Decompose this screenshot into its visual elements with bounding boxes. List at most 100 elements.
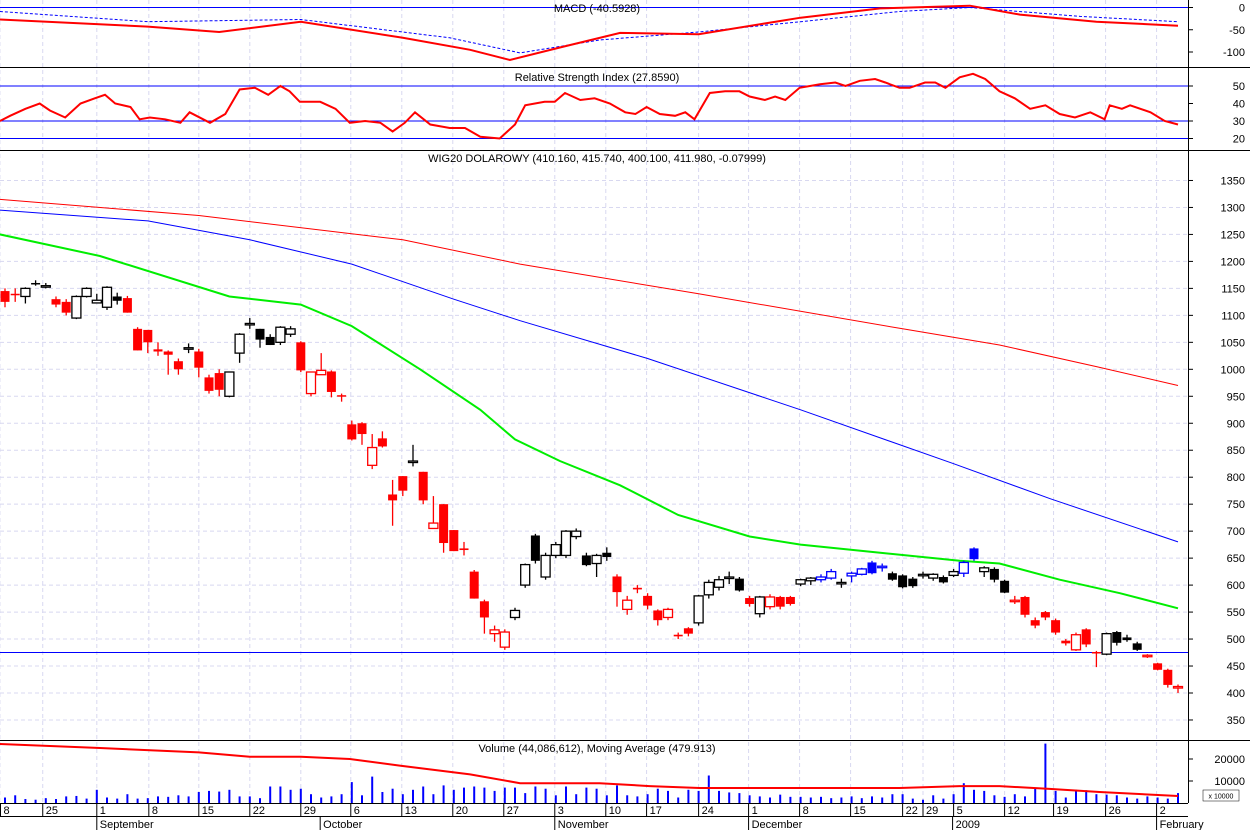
candle bbox=[795, 578, 806, 587]
macd-tick-label: -100 bbox=[1223, 47, 1245, 59]
candle bbox=[357, 422, 367, 445]
candle-body bbox=[887, 573, 897, 580]
candle bbox=[1000, 579, 1010, 594]
candle bbox=[805, 577, 816, 586]
candle-body bbox=[693, 595, 704, 624]
candle bbox=[439, 504, 449, 553]
candle bbox=[133, 327, 143, 351]
candle-body bbox=[337, 395, 347, 397]
candle bbox=[377, 431, 387, 448]
date-tick-label: 19 bbox=[1057, 805, 1069, 817]
candle-body bbox=[204, 377, 214, 391]
candle bbox=[0, 288, 10, 308]
candle bbox=[71, 295, 82, 320]
candle-body bbox=[1091, 651, 1101, 654]
date-tick-label: 29 bbox=[926, 805, 938, 817]
candle bbox=[703, 579, 714, 599]
candle-body bbox=[785, 596, 795, 604]
candle-body bbox=[612, 576, 622, 593]
date-tick-label: 24 bbox=[702, 805, 714, 817]
candle bbox=[459, 541, 469, 556]
candle bbox=[1172, 684, 1184, 693]
candle-body bbox=[581, 555, 591, 566]
candle-body bbox=[948, 570, 959, 577]
candle bbox=[367, 434, 378, 470]
candle-body bbox=[1081, 629, 1091, 645]
candle bbox=[316, 353, 327, 376]
date-tick-label: 8 bbox=[152, 805, 158, 817]
rsi-tick-label: 20 bbox=[1233, 134, 1245, 146]
candle bbox=[224, 371, 235, 398]
candle bbox=[1020, 595, 1030, 618]
candle-body bbox=[958, 561, 969, 574]
price-tick-label: 450 bbox=[1227, 661, 1245, 673]
macd-tick-label: 0 bbox=[1239, 3, 1245, 15]
candle bbox=[449, 530, 459, 552]
candle bbox=[571, 528, 582, 540]
candle-body bbox=[632, 587, 642, 590]
candle-body bbox=[1172, 685, 1184, 689]
candle-body bbox=[1061, 640, 1071, 644]
candle-body bbox=[388, 494, 398, 501]
candle-body bbox=[795, 579, 806, 585]
candle-body bbox=[764, 596, 776, 608]
price-tick-label: 750 bbox=[1227, 499, 1245, 511]
date-tick-label: 8 bbox=[4, 805, 10, 817]
candle bbox=[347, 420, 357, 441]
candle-body bbox=[489, 629, 500, 635]
candle-body bbox=[1030, 620, 1040, 626]
candle-body bbox=[214, 373, 224, 390]
price-tick-label: 1000 bbox=[1221, 364, 1245, 376]
candle-body bbox=[81, 287, 92, 298]
candle-body bbox=[560, 530, 572, 557]
candle-body bbox=[133, 328, 143, 351]
price-tick-label: 1200 bbox=[1221, 256, 1245, 268]
month-tick-label: 2009 bbox=[956, 819, 980, 830]
candle bbox=[305, 371, 317, 397]
candle bbox=[418, 471, 428, 505]
date-tick-label: 29 bbox=[304, 805, 316, 817]
candle bbox=[754, 595, 765, 618]
candle bbox=[1009, 595, 1020, 604]
stock-chart: 1350130012501200115011001050100095090085… bbox=[0, 0, 1250, 830]
candle bbox=[836, 578, 847, 588]
date-tick-label: 13 bbox=[405, 805, 417, 817]
candle-body bbox=[571, 530, 582, 538]
candle bbox=[908, 577, 918, 588]
candle-body bbox=[31, 282, 41, 285]
candle bbox=[296, 341, 306, 372]
candle-body bbox=[643, 595, 653, 606]
candle-body bbox=[826, 570, 837, 579]
candle bbox=[10, 288, 20, 302]
candle-body bbox=[101, 286, 113, 308]
price-tick-label: 700 bbox=[1227, 526, 1245, 538]
candle-body bbox=[305, 371, 317, 395]
candle bbox=[745, 595, 755, 607]
candle bbox=[1070, 632, 1082, 651]
candle-body bbox=[407, 460, 419, 464]
date-tick-label: 1 bbox=[752, 805, 758, 817]
volume-tick-label: 10000 bbox=[1214, 776, 1245, 788]
candle bbox=[153, 342, 163, 356]
candle-body bbox=[469, 571, 479, 599]
candle-body bbox=[520, 563, 531, 586]
candle bbox=[1030, 617, 1040, 629]
candle bbox=[275, 326, 286, 346]
macd-tick-label: -50 bbox=[1229, 25, 1245, 37]
volume-tick-label: 20000 bbox=[1214, 754, 1245, 766]
candle bbox=[265, 334, 275, 346]
price-tick-label: 800 bbox=[1227, 472, 1245, 484]
candle-body bbox=[428, 522, 439, 530]
candle bbox=[846, 571, 857, 583]
candle-body bbox=[1070, 634, 1082, 651]
candle-body bbox=[224, 371, 235, 397]
candle bbox=[612, 574, 622, 607]
candle-body bbox=[867, 562, 877, 574]
candle bbox=[122, 295, 132, 313]
month-tick-label: September bbox=[100, 819, 154, 830]
candle-body bbox=[265, 336, 275, 346]
price-tick-label: 900 bbox=[1227, 418, 1245, 430]
rsi-tick-label: 50 bbox=[1233, 81, 1245, 93]
candle bbox=[112, 292, 122, 305]
candle-body bbox=[805, 577, 816, 582]
